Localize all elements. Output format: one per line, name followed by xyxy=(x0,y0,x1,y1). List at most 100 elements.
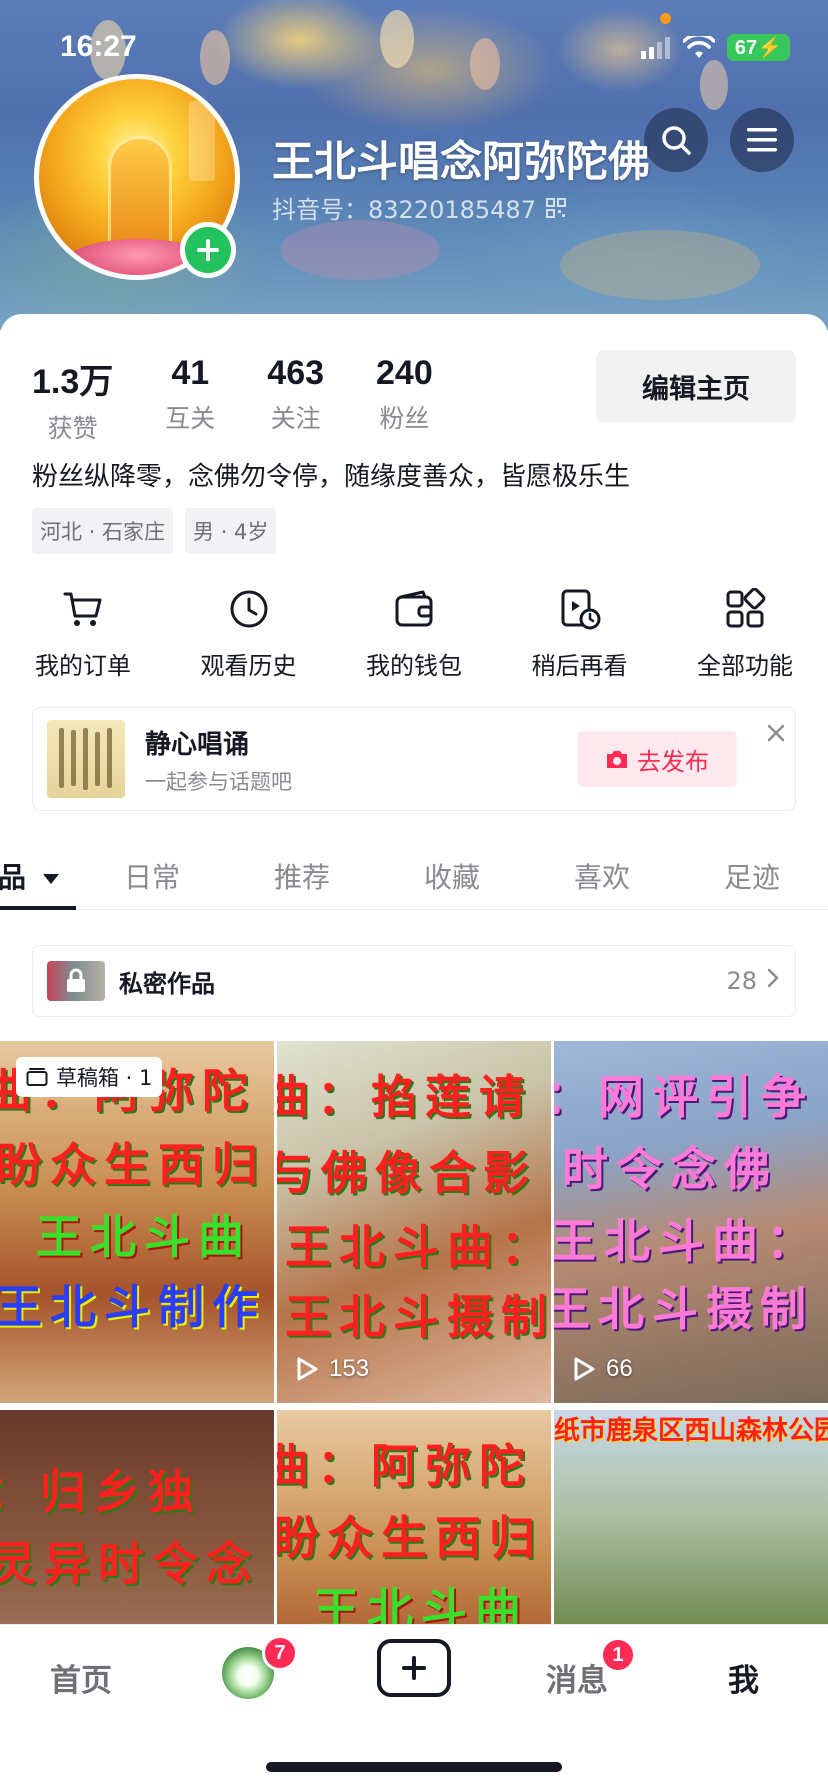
stat-following[interactable]: 463 关注 xyxy=(267,354,324,445)
profile-tags: 河北 · 石家庄 男 · 4岁 xyxy=(32,508,277,554)
profile-bio: 粉丝纵降零，念佛勿令停，随缘度善众，皆愿极乐生 xyxy=(32,462,631,492)
quick-action-orders[interactable]: 我的订单 xyxy=(28,586,138,681)
quick-action-watch-later[interactable]: 稍后再看 xyxy=(525,586,635,681)
active-tab-indicator xyxy=(0,906,76,910)
tab-favorites[interactable]: 收藏 xyxy=(424,856,480,896)
quick-action-history[interactable]: 观看历史 xyxy=(194,586,304,681)
video-caption-line: 曲：掐莲请 xyxy=(277,1070,533,1124)
video-caption-line: 盼众生西归 xyxy=(277,1511,543,1565)
tab-label: 作品 xyxy=(0,861,27,894)
tab-works[interactable]: 作品 xyxy=(0,856,60,896)
messages-notification-badge: 1 xyxy=(600,1637,636,1673)
nav-home[interactable]: 首页 xyxy=(50,1655,112,1700)
wallet-icon xyxy=(395,590,433,627)
profile-stats: 1.3万 获赞 41 互关 463 关注 240 粉丝 xyxy=(32,354,485,445)
nav-me[interactable]: 我 xyxy=(728,1655,759,1700)
quick-action-label: 我的钱包 xyxy=(366,652,462,680)
close-topic-button[interactable] xyxy=(761,718,791,748)
avatar-script-decoration xyxy=(189,101,215,181)
gender-age-tag[interactable]: 男 · 4岁 xyxy=(185,508,277,554)
play-count-value: 66 xyxy=(606,1355,633,1382)
stat-mutual[interactable]: 41 互关 xyxy=(165,354,215,445)
nav-messages[interactable]: 消息 xyxy=(546,1655,608,1700)
stat-followers[interactable]: 240 粉丝 xyxy=(376,354,433,445)
caret-down-icon xyxy=(42,874,59,884)
stat-likes[interactable]: 1.3万 获赞 xyxy=(32,354,113,445)
plus-icon xyxy=(197,239,219,261)
private-works-row[interactable]: 私密作品 28 xyxy=(32,945,796,1017)
video-caption-line: 王北斗曲 xyxy=(313,1583,529,1626)
banner-decoration xyxy=(700,60,728,110)
video-caption-line: 王北斗摄制 xyxy=(285,1290,551,1344)
video-caption-line: 时令念佛 xyxy=(562,1142,778,1196)
lock-icon xyxy=(67,968,85,992)
edit-profile-button[interactable]: 编辑主页 xyxy=(596,350,796,422)
menu-button[interactable] xyxy=(730,108,794,172)
friends-notification-badge: 7 xyxy=(262,1635,298,1671)
video-thumbnail[interactable]: 曲：掐莲请 与佛像合影 王北斗曲： 王北斗摄制 153 xyxy=(277,1041,551,1403)
video-caption-line: 王北斗曲： xyxy=(285,1220,551,1274)
video-caption-line: ：归乡独 xyxy=(0,1465,202,1519)
stat-label: 粉丝 xyxy=(379,404,430,433)
topic-title: 静心唱诵 xyxy=(145,730,250,760)
video-thumbnail[interactable]: ：网评引争 时令念佛 王北斗曲： 王北斗摄制 66 xyxy=(554,1041,828,1403)
tab-likes[interactable]: 喜欢 xyxy=(574,856,630,896)
video-caption-line: ：网评引争 xyxy=(554,1070,814,1124)
topic-subtitle: 一起参与话题吧 xyxy=(145,770,292,794)
play-icon xyxy=(297,1357,318,1381)
grid-apps-icon xyxy=(726,588,766,628)
tab-recommend[interactable]: 推荐 xyxy=(274,856,330,896)
video-thumbnail[interactable]: 曲：阿弥陀 盼众生西归 王北斗曲 王北斗制作 草稿箱 · 1 xyxy=(0,1041,274,1403)
battery-level: 67 xyxy=(734,37,758,59)
video-caption-line: 王北斗曲 xyxy=(36,1210,252,1264)
battery-indicator: 67⚡ xyxy=(726,34,790,61)
quick-action-label: 观看历史 xyxy=(200,652,297,680)
banner-decoration xyxy=(560,230,760,300)
video-thumbnail[interactable]: 曲：阿弥陀 盼众生西归 王北斗曲 xyxy=(277,1410,551,1626)
avatar-figure xyxy=(111,139,169,249)
quick-action-all-features[interactable]: 全部功能 xyxy=(690,586,800,681)
search-icon xyxy=(662,126,691,155)
tab-daily[interactable]: 日常 xyxy=(124,856,180,896)
private-works-thumbnail xyxy=(47,961,105,1001)
draft-box-badge[interactable]: 草稿箱 · 1 xyxy=(16,1057,163,1097)
camera-icon xyxy=(607,751,627,768)
play-icon xyxy=(574,1357,595,1381)
cellular-signal-icon xyxy=(640,36,670,59)
video-caption-line: 王北斗制作 xyxy=(0,1280,266,1334)
search-button[interactable] xyxy=(644,108,708,172)
video-caption-line: 灵异时令念 xyxy=(0,1537,260,1591)
private-works-count: 28 xyxy=(726,967,757,995)
tab-footprints[interactable]: 足迹 xyxy=(724,856,780,896)
create-button[interactable] xyxy=(377,1639,451,1697)
video-thumbnail[interactable]: 纸市鹿泉区西山森林公园 xyxy=(554,1410,828,1626)
video-grid: 曲：阿弥陀 盼众生西归 王北斗曲 王北斗制作 草稿箱 · 1 曲：掐莲请 与佛像… xyxy=(0,1041,828,1626)
profile-banner: 16:27 67⚡ 王北斗唱念阿弥陀佛 抖音号：83220185487 xyxy=(0,0,828,330)
add-avatar-button[interactable] xyxy=(180,222,236,278)
quick-action-label: 稍后再看 xyxy=(531,652,628,680)
location-tag[interactable]: 河北 · 石家庄 xyxy=(32,508,174,554)
hamburger-menu-icon xyxy=(747,128,777,152)
cart-icon xyxy=(63,592,102,626)
publish-button[interactable]: 去发布 xyxy=(577,731,737,787)
play-count-value: 153 xyxy=(329,1355,370,1382)
stat-value: 41 xyxy=(171,354,210,392)
stat-label: 关注 xyxy=(270,404,321,433)
stat-value: 1.3万 xyxy=(32,363,114,401)
banner-decoration xyxy=(280,220,440,280)
draft-box-icon xyxy=(26,1068,48,1086)
publish-label: 去发布 xyxy=(637,747,709,776)
profile-nickname: 王北斗唱念阿弥陀佛 xyxy=(272,137,651,186)
wifi-icon xyxy=(682,35,715,58)
douyin-id[interactable]: 抖音号：83220185487 xyxy=(272,190,566,225)
banner-decoration xyxy=(380,10,414,68)
topic-thumbnail xyxy=(47,720,125,798)
video-thumbnail[interactable]: ：归乡独 灵异时令念 xyxy=(0,1410,274,1626)
privacy-indicator-dot xyxy=(660,13,671,24)
quick-action-label: 我的订单 xyxy=(35,652,131,680)
play-count: 66 xyxy=(572,1355,633,1383)
topic-suggestion-card[interactable]: 静心唱诵 一起参与话题吧 去发布 xyxy=(32,707,796,811)
quick-action-wallet[interactable]: 我的钱包 xyxy=(359,586,469,681)
stat-value: 240 xyxy=(376,354,433,392)
stat-label: 互关 xyxy=(165,404,216,433)
